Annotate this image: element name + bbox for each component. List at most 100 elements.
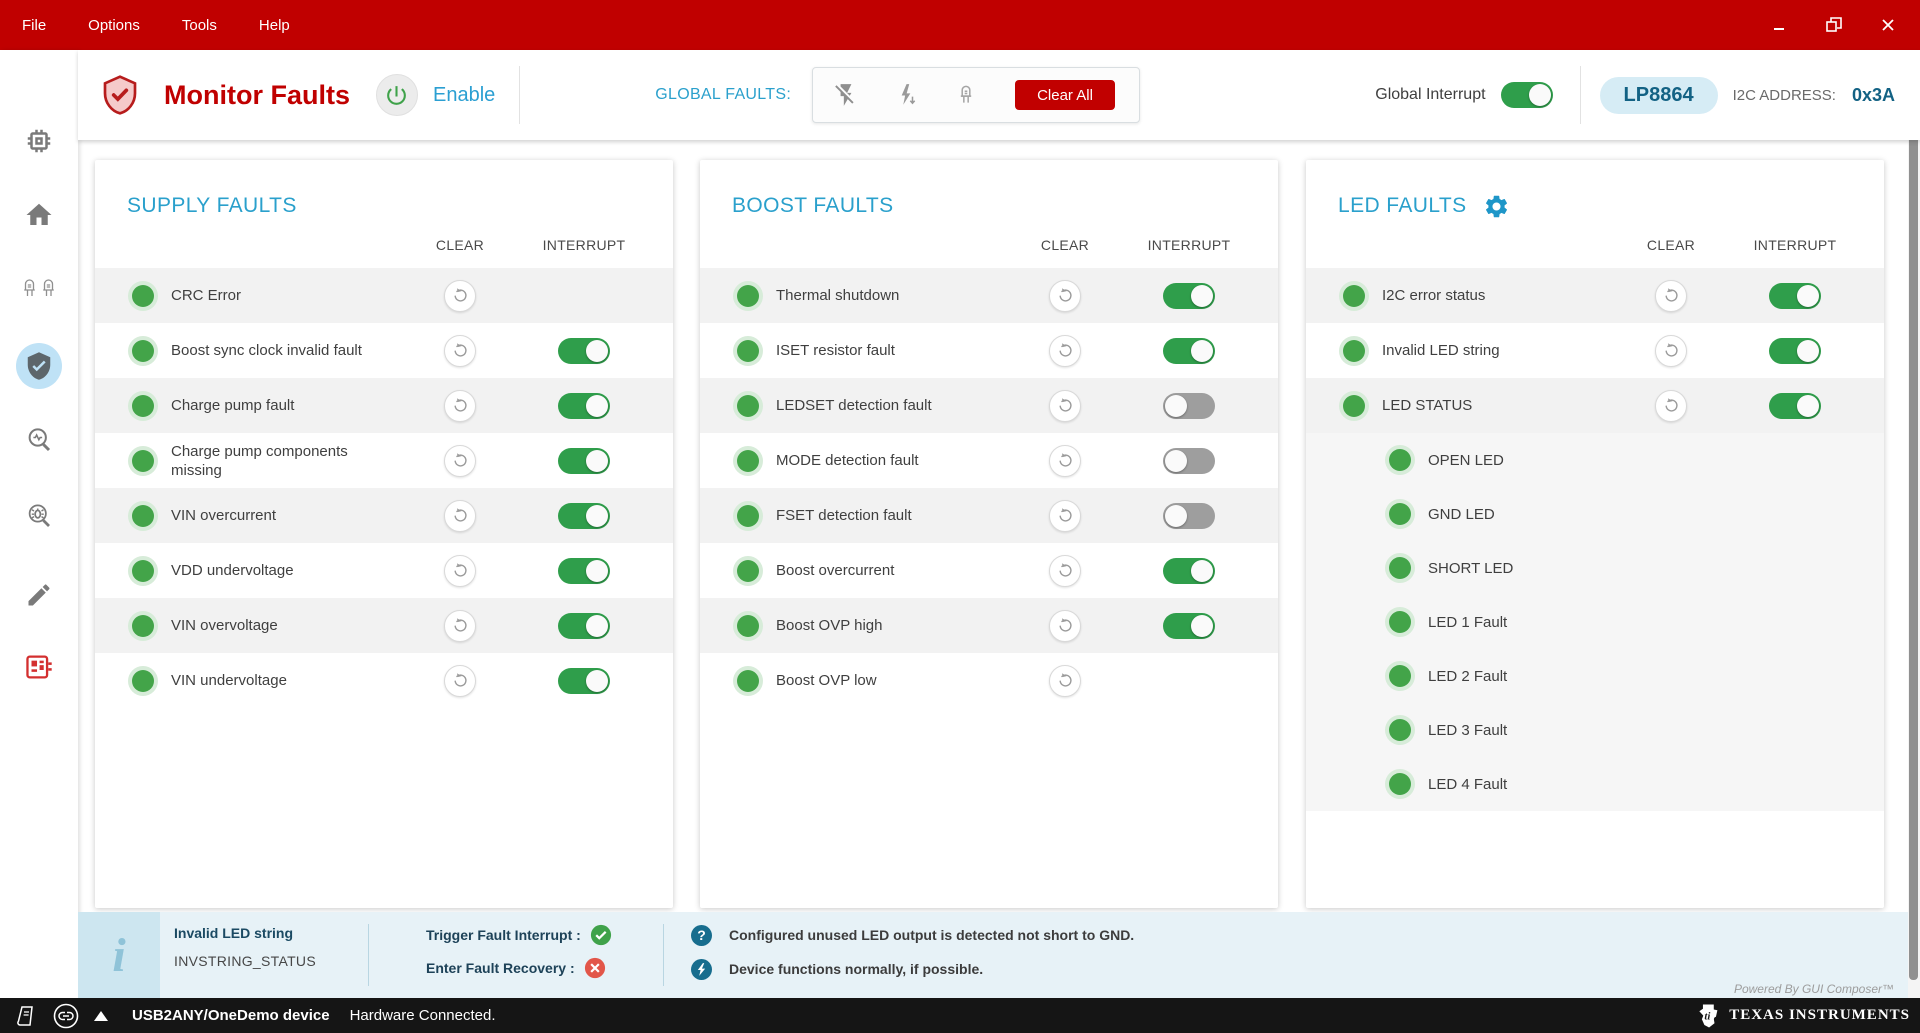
clear-fault-button[interactable]: [1049, 390, 1081, 422]
clear-fault-button[interactable]: [1655, 280, 1687, 312]
fault-row: Boost OVP low: [700, 653, 1278, 708]
clear-column-header: CLEAR: [1612, 237, 1730, 253]
interrupt-toggle[interactable]: [1163, 613, 1215, 639]
interrupt-toggle[interactable]: [1769, 393, 1821, 419]
clear-fault-button[interactable]: [1049, 610, 1081, 642]
global-interrupt-toggle[interactable]: [1501, 82, 1553, 108]
interrupt-toggle[interactable]: [558, 448, 610, 474]
interrupt-toggle[interactable]: [558, 558, 610, 584]
clear-fault-button[interactable]: [1049, 280, 1081, 312]
led-fault-icon: [953, 82, 979, 108]
log-icon[interactable]: [14, 1004, 38, 1028]
fault-row: MODE detection fault: [700, 433, 1278, 488]
i2c-address-label: I2C ADDRESS:: [1733, 87, 1836, 104]
interrupt-toggle[interactable]: [1163, 558, 1215, 584]
clear-fault-button[interactable]: [1049, 445, 1081, 477]
fault-recovery-label: Enter Fault Recovery :: [426, 960, 575, 976]
sidebar-item-device[interactable]: [16, 118, 62, 164]
clear-fault-button[interactable]: [1655, 390, 1687, 422]
led-subfault-row: LED 3 Fault: [1306, 703, 1884, 757]
close-icon: [1880, 17, 1896, 33]
restore-button[interactable]: [1814, 7, 1854, 43]
fault-label: LED 1 Fault: [1428, 613, 1884, 632]
sidebar-item-debug[interactable]: [16, 493, 62, 539]
close-button[interactable]: [1868, 7, 1908, 43]
fault-status-led: [132, 560, 154, 582]
powered-by-label: Powered By GUI Composer™: [1734, 982, 1894, 996]
shield-check-icon: [24, 351, 54, 381]
scrollbar-thumb[interactable]: [1909, 127, 1918, 980]
led-strings-icon: [21, 277, 57, 303]
interrupt-toggle[interactable]: [1769, 283, 1821, 309]
interrupt-toggle[interactable]: [558, 503, 610, 529]
clear-fault-button[interactable]: [444, 335, 476, 367]
fault-row: Boost sync clock invalid fault: [95, 323, 673, 378]
clear-fault-button[interactable]: [444, 610, 476, 642]
fault-status-led: [132, 615, 154, 637]
fault-status-led: [737, 395, 759, 417]
interrupt-toggle[interactable]: [558, 613, 610, 639]
clear-fault-button[interactable]: [444, 555, 476, 587]
interrupt-column-header: INTERRUPT: [519, 237, 649, 253]
fault-row: Charge pump components missing: [95, 433, 673, 488]
interrupt-toggle[interactable]: [1163, 503, 1215, 529]
clear-fault-button[interactable]: [1049, 335, 1081, 367]
bolt-down-icon: [893, 82, 919, 108]
fault-row: Boost overcurrent: [700, 543, 1278, 598]
interrupt-toggle[interactable]: [558, 338, 610, 364]
panel-title: LED FAULTS: [1338, 194, 1466, 218]
sidebar-item-edit[interactable]: [16, 572, 62, 618]
clear-fault-button[interactable]: [1049, 500, 1081, 532]
interrupt-toggle[interactable]: [1163, 338, 1215, 364]
clear-fault-button[interactable]: [444, 390, 476, 422]
interrupt-toggle[interactable]: [558, 668, 610, 694]
menu-item-help[interactable]: Help: [259, 17, 290, 34]
scrollbar-track[interactable]: [1908, 120, 1920, 998]
clear-fault-button[interactable]: [444, 280, 476, 312]
led-subfault-row: GND LED: [1306, 487, 1884, 541]
boost-faults-panel: BOOST FAULTS CLEAR INTERRUPT Thermal shu…: [700, 160, 1278, 908]
menu-item-options[interactable]: Options: [88, 17, 140, 34]
enable-label[interactable]: Enable: [433, 84, 495, 107]
fault-label: VIN overcurrent: [171, 506, 401, 525]
sidebar-item-monitor-faults[interactable]: [16, 343, 62, 389]
fault-label: LED STATUS: [1382, 396, 1612, 415]
fault-status-led: [1389, 611, 1411, 633]
clear-fault-button[interactable]: [1049, 555, 1081, 587]
menu-item-file[interactable]: File: [22, 17, 46, 34]
sidebar-item-led-strings[interactable]: [16, 267, 62, 313]
clear-fault-button[interactable]: [1655, 335, 1687, 367]
sidebar-item-registers[interactable]: [16, 644, 62, 690]
brand-logo: ti Texas Instruments: [1695, 1003, 1920, 1029]
clear-fault-button[interactable]: [1049, 665, 1081, 697]
clear-column-header: CLEAR: [401, 237, 519, 253]
led-subfault-row: LED 1 Fault: [1306, 595, 1884, 649]
fault-label: I2C error status: [1382, 286, 1612, 305]
interrupt-toggle[interactable]: [1163, 448, 1215, 474]
interrupt-toggle[interactable]: [1163, 283, 1215, 309]
interrupt-toggle[interactable]: [1769, 338, 1821, 364]
led-subfault-row: OPEN LED: [1306, 433, 1884, 487]
clear-fault-button[interactable]: [444, 665, 476, 697]
clear-fault-button[interactable]: [444, 445, 476, 477]
interrupt-toggle[interactable]: [1163, 393, 1215, 419]
enable-power-button[interactable]: [376, 74, 418, 116]
fault-status-led: [1343, 340, 1365, 362]
sidebar-item-diagnostics[interactable]: [16, 417, 62, 463]
sidebar-item-home[interactable]: [16, 192, 62, 238]
fault-status-led: [132, 340, 154, 362]
menu-item-tools[interactable]: Tools: [182, 17, 217, 34]
menu-items: File Options Tools Help: [22, 17, 332, 34]
clear-all-button[interactable]: Clear All: [1015, 80, 1115, 110]
minimize-button[interactable]: [1760, 7, 1800, 43]
header: Monitor Faults Enable GLOBAL FAULTS: Cle…: [78, 50, 1920, 140]
led-faults-settings-gear-icon[interactable]: [1483, 193, 1510, 220]
expand-status-icon[interactable]: [94, 1011, 108, 1021]
chip-icon: [24, 126, 54, 156]
interrupt-toggle[interactable]: [558, 393, 610, 419]
connection-link-icon[interactable]: [52, 1002, 80, 1030]
fault-note-text: Configured unused LED output is detected…: [729, 927, 1134, 943]
fault-status-led: [737, 670, 759, 692]
fault-label: Boost overcurrent: [776, 561, 1006, 580]
clear-fault-button[interactable]: [444, 500, 476, 532]
